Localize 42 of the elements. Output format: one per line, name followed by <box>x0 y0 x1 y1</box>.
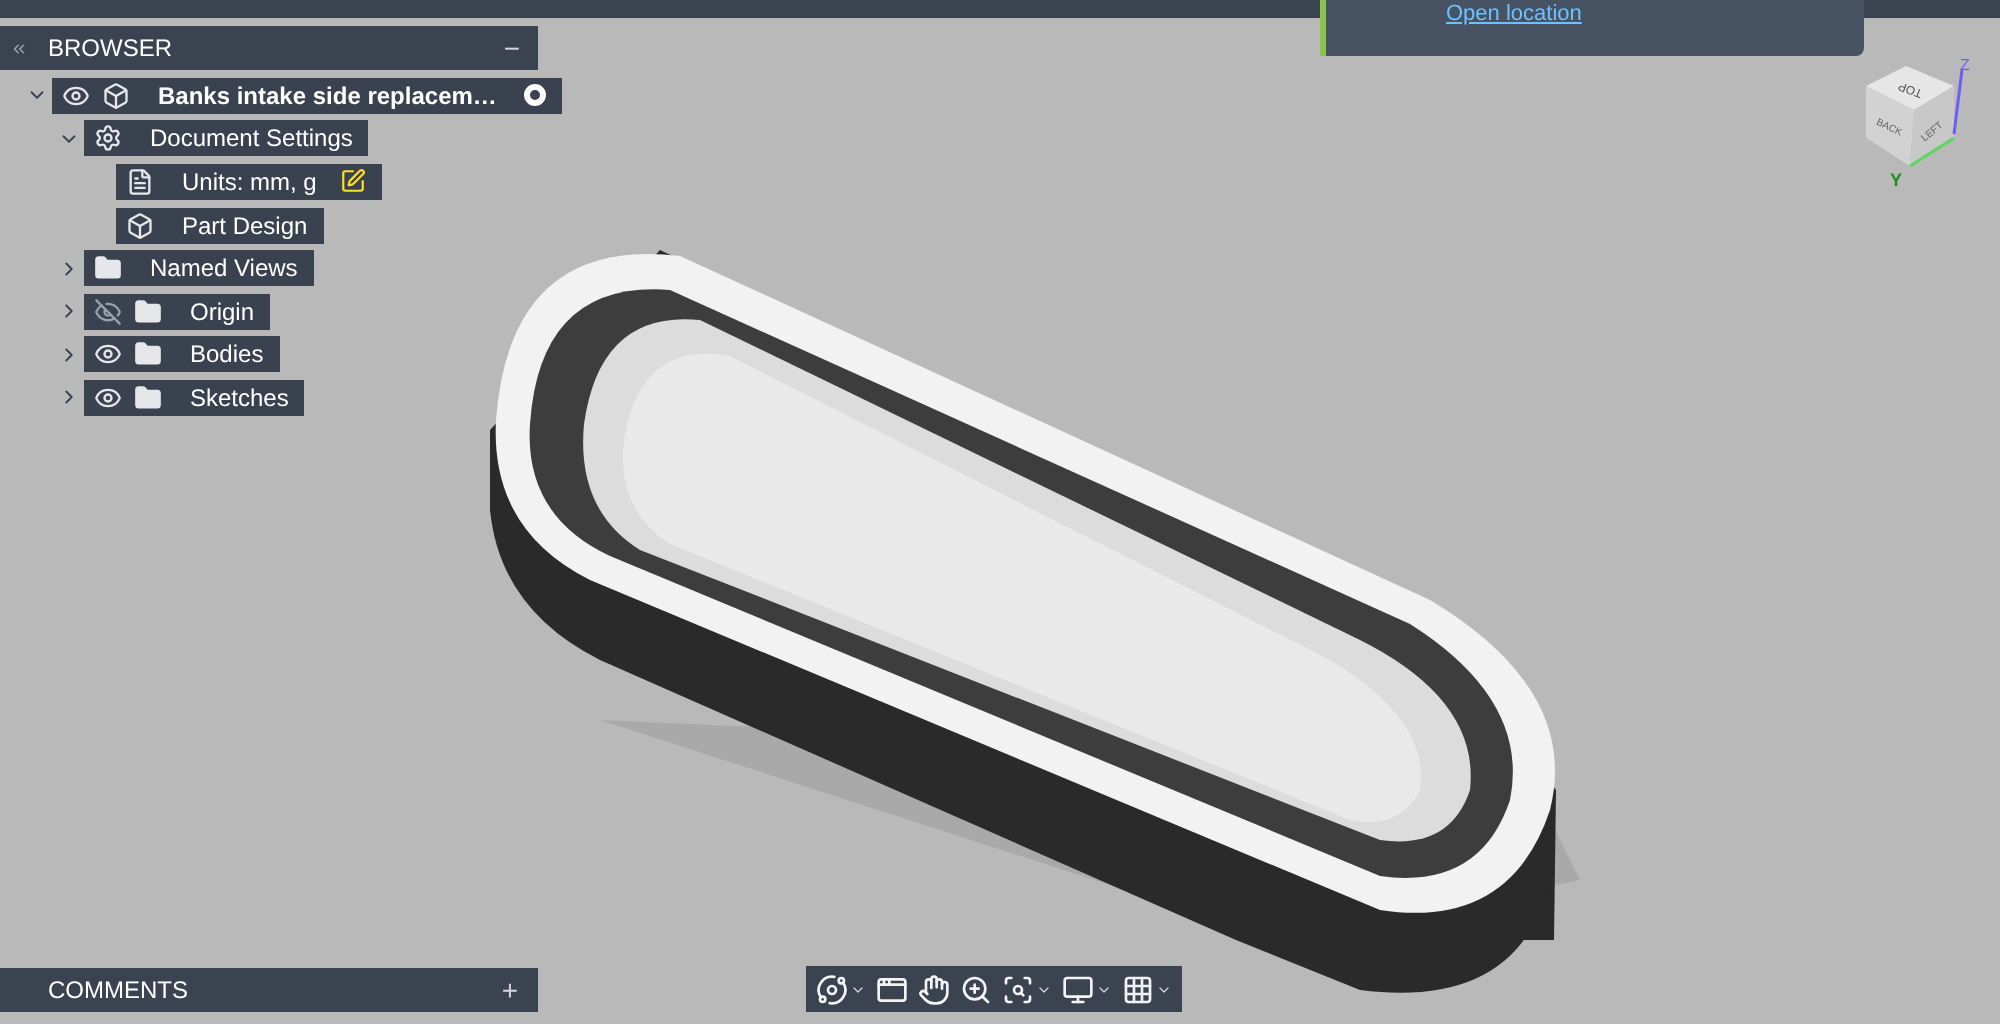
comments-title: COMMENTS <box>48 974 188 1008</box>
tree-label: Units: mm, g <box>182 165 317 200</box>
tree-label: Document Settings <box>150 122 353 157</box>
tree-item[interactable]: Part Design <box>116 207 324 244</box>
orbit-icon[interactable] <box>816 973 848 1005</box>
tree-item[interactable]: Named Views <box>84 250 314 287</box>
tree-label: Named Views <box>150 252 298 287</box>
eye-icon[interactable] <box>62 81 90 110</box>
tree-label: Banks intake side replacem… <box>158 79 497 114</box>
tree-label: Sketches <box>190 381 289 416</box>
edit-icon[interactable] <box>340 168 367 195</box>
tree-item[interactable]: Banks intake side replacem… <box>52 77 563 114</box>
folder-icon <box>94 254 122 283</box>
zoom-icon[interactable] <box>960 973 992 1005</box>
cube-icon <box>102 81 130 110</box>
cube-icon <box>126 211 154 240</box>
folder-icon <box>134 340 162 369</box>
document-icon <box>126 167 154 196</box>
tree-item[interactable]: Sketches <box>84 379 305 416</box>
open-location-link[interactable]: Open location <box>1446 2 1582 26</box>
eye-icon[interactable] <box>94 383 122 412</box>
collapse-panel-icon[interactable] <box>10 39 28 57</box>
folder-icon <box>134 297 162 326</box>
tree-label: Part Design <box>182 209 308 244</box>
hand-icon[interactable] <box>918 973 950 1005</box>
eye-off-icon[interactable] <box>94 297 122 326</box>
minimize-button[interactable]: − <box>503 27 520 69</box>
folder-icon <box>134 383 162 412</box>
tree-label: Origin <box>190 295 255 330</box>
fit-icon[interactable] <box>1002 973 1034 1005</box>
add-comment-button[interactable]: + <box>501 969 518 1011</box>
tree-item[interactable]: Document Settings <box>84 120 369 157</box>
monitor-icon[interactable] <box>1062 973 1094 1005</box>
tree-item[interactable]: Origin <box>84 293 271 330</box>
tree-item[interactable]: Units: mm, g <box>116 163 383 200</box>
browser-title: BROWSER <box>48 32 173 66</box>
tree-label: Bodies <box>190 338 264 373</box>
tree-item[interactable]: Bodies <box>84 336 280 373</box>
grid-icon[interactable] <box>1122 973 1154 1005</box>
settings-icon <box>94 124 122 153</box>
window-icon[interactable] <box>876 973 908 1005</box>
eye-icon[interactable] <box>94 340 122 369</box>
